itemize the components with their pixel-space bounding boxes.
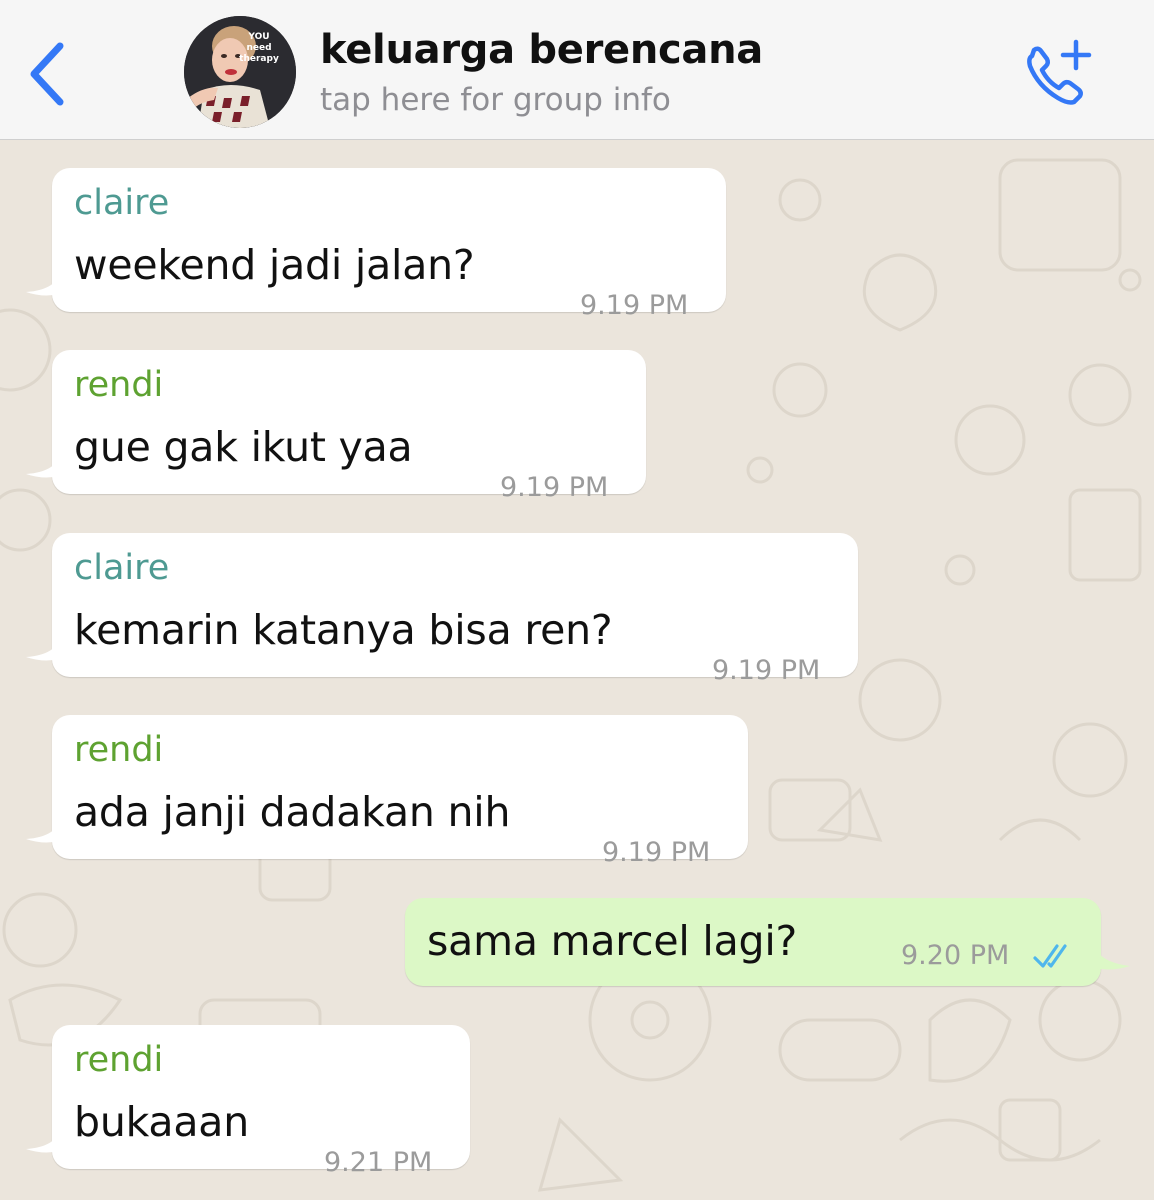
message-text: ada janji dadakan nih: [74, 788, 511, 836]
message-text: bukaaan: [74, 1098, 249, 1146]
chat-subtitle: tap here for group info: [320, 82, 671, 118]
avatar-caption: YOU need therapy: [236, 32, 282, 65]
message-time: 9.19 PM: [500, 472, 609, 503]
message-time: 9.19 PM: [602, 837, 711, 868]
message-text: gue gak ikut yaa: [74, 423, 413, 471]
chat-header: YOU need therapy keluarga berencana tap …: [0, 0, 1154, 140]
double-check-icon: [1033, 944, 1067, 968]
message-text: weekend jadi jalan?: [74, 241, 475, 289]
message-list[interactable]: claire weekend jadi jalan? 9.19 PM rendi…: [0, 140, 1154, 1200]
message-text: kemarin katanya bisa ren?: [74, 606, 613, 654]
message-bubble[interactable]: rendi gue gak ikut yaa 9.19 PM: [52, 350, 646, 503]
message-time: 9.21 PM: [324, 1147, 433, 1178]
message-text: sama marcel lagi?: [427, 917, 798, 965]
chevron-left-icon: [30, 42, 64, 106]
group-info-link[interactable]: keluarga berencana tap here for group in…: [320, 24, 763, 120]
message-bubble[interactable]: rendi bukaaan 9.21 PM: [52, 1025, 470, 1178]
message-bubble-outgoing[interactable]: sama marcel lagi? 9.20 PM: [405, 898, 1101, 986]
phone-plus-icon: [1027, 39, 1092, 105]
message-time: 9.19 PM: [712, 655, 821, 686]
message-bubble[interactable]: claire kemarin katanya bisa ren? 9.19 PM: [52, 533, 858, 686]
avatar-caption-line: therapy: [239, 54, 279, 64]
message-sender[interactable]: rendi: [74, 1039, 163, 1081]
message-time: 9.19 PM: [580, 290, 689, 321]
message-bubble[interactable]: claire weekend jadi jalan? 9.19 PM: [52, 168, 726, 321]
avatar-caption-line: YOU: [248, 32, 270, 42]
message-bubble[interactable]: rendi ada janji dadakan nih 9.19 PM: [52, 715, 748, 868]
message-sender[interactable]: rendi: [74, 729, 163, 771]
group-avatar[interactable]: YOU need therapy: [184, 16, 296, 128]
message-sender[interactable]: rendi: [74, 364, 163, 406]
add-call-button[interactable]: [1018, 36, 1098, 112]
message-time: 9.20 PM: [901, 940, 1010, 971]
back-button[interactable]: [22, 36, 74, 108]
message-sender[interactable]: claire: [74, 182, 169, 224]
chat-title: keluarga berencana: [320, 27, 763, 73]
message-sender[interactable]: claire: [74, 547, 169, 589]
avatar-caption-line: need: [246, 43, 272, 53]
